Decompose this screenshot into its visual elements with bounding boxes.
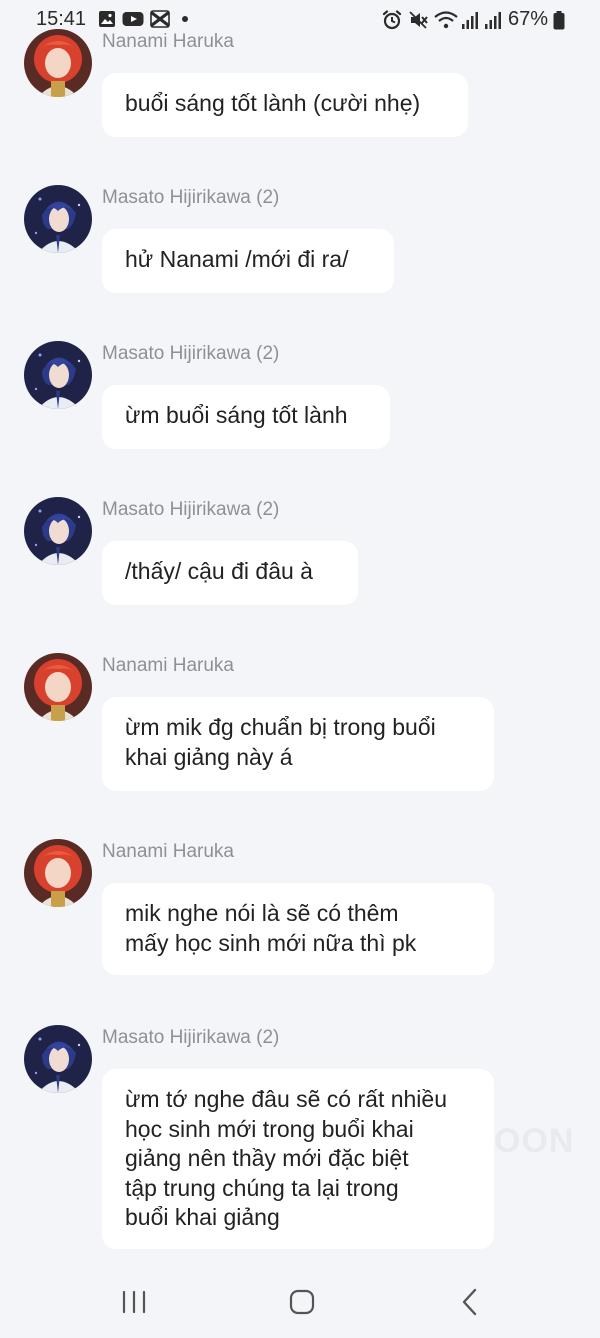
signal-icon xyxy=(460,10,480,30)
battery-icon xyxy=(553,11,565,30)
capcut-icon xyxy=(150,10,170,28)
message-bubble[interactable]: ừm tớ nghe đâu sẽ có rất nhiều học sinh … xyxy=(102,1069,494,1249)
back-icon[interactable] xyxy=(450,1286,490,1318)
gallery-icon xyxy=(98,10,116,28)
masato-avatar[interactable] xyxy=(24,341,92,409)
alarm-icon xyxy=(382,10,402,30)
nanami-avatar[interactable] xyxy=(24,29,92,97)
watermark: OON xyxy=(494,1122,575,1160)
youtube-icon xyxy=(122,10,144,28)
masato-avatar[interactable] xyxy=(24,1025,92,1093)
navigation-bar xyxy=(0,1264,600,1338)
sender-name: Masato Hijirikawa (2) xyxy=(102,343,280,364)
notification-dot-icon xyxy=(181,15,189,23)
sender-name: Masato Hijirikawa (2) xyxy=(102,187,280,208)
sender-name: Nanami Haruka xyxy=(102,841,234,862)
message-bubble[interactable]: mik nghe nói là sẽ có thêm mấy học sinh … xyxy=(102,883,494,975)
sender-name: Nanami Haruka xyxy=(102,31,234,52)
home-icon[interactable] xyxy=(282,1286,322,1318)
nanami-avatar[interactable] xyxy=(24,839,92,907)
message-bubble[interactable]: ừm buổi sáng tốt lành xyxy=(102,385,390,449)
mute-icon xyxy=(408,10,428,30)
sender-name: Nanami Haruka xyxy=(102,655,234,676)
status-time: 15:41 xyxy=(36,8,87,30)
message-bubble[interactable]: /thấy/ cậu đi đâu à xyxy=(102,541,358,605)
nanami-avatar[interactable] xyxy=(24,653,92,721)
message-bubble[interactable]: hử Nanami /mới đi ra/ xyxy=(102,229,394,293)
status-bar: 15:41 67% xyxy=(0,0,600,40)
sender-name: Masato Hijirikawa (2) xyxy=(102,499,280,520)
signal-icon xyxy=(483,10,503,30)
masato-avatar[interactable] xyxy=(24,497,92,565)
battery-percent: 67% xyxy=(508,8,549,30)
recent-apps-icon[interactable] xyxy=(114,1286,154,1318)
wifi-icon xyxy=(433,10,459,30)
message-bubble[interactable]: buổi sáng tốt lành (cười nhẹ) xyxy=(102,73,468,137)
sender-name: Masato Hijirikawa (2) xyxy=(102,1027,280,1048)
masato-avatar[interactable] xyxy=(24,185,92,253)
message-bubble[interactable]: ừm mik đg chuẩn bị trong buổi khai giảng… xyxy=(102,697,494,791)
